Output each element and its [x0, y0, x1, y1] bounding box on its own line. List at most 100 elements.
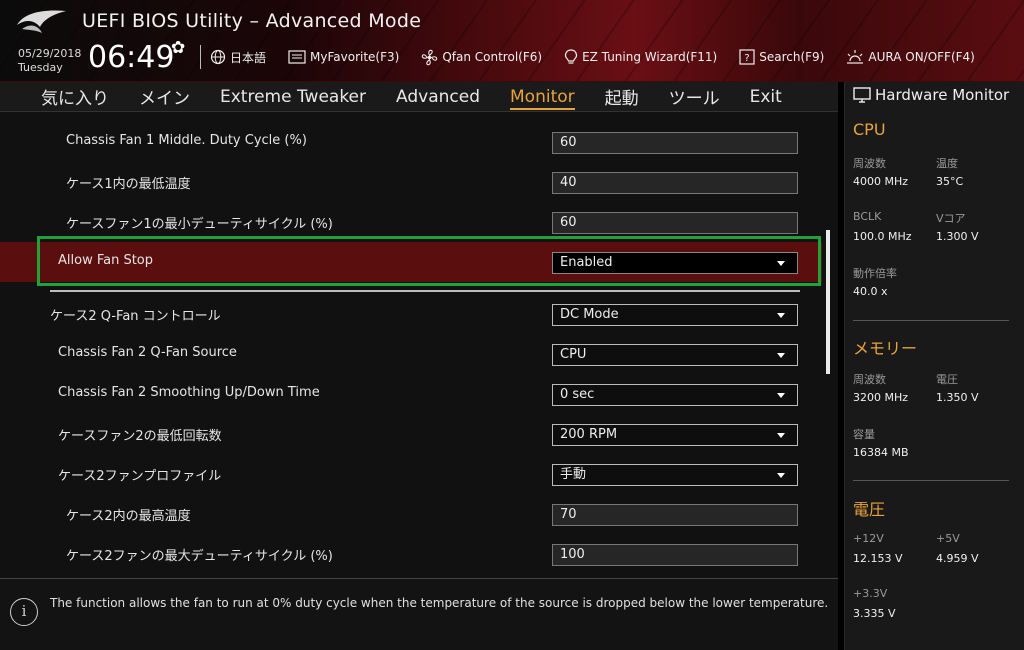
setting-row-chassis-fan1-middle-duty[interactable]: Chassis Fan 1 Middle. Duty Cycle (%) 60: [0, 122, 822, 162]
header-separator: [200, 45, 201, 69]
tab-main[interactable]: メイン: [124, 84, 205, 109]
dropdown-value: Enabled: [560, 255, 613, 270]
chevron-down-icon: [777, 473, 785, 478]
day-text: Tuesday: [18, 61, 63, 74]
aura-icon: [847, 50, 864, 64]
v33-label: +3.3V: [853, 587, 888, 600]
setting-row-case2-qfan-control[interactable]: ケース2 Q-Fan コントロール DC Mode: [0, 294, 822, 334]
setting-row-case1-min-temp[interactable]: ケース1内の最低温度 40: [0, 162, 822, 202]
allow-fan-stop-dropdown[interactable]: Enabled: [552, 252, 798, 274]
ez-tuning-wizard-button[interactable]: EZ Tuning Wizard(F11): [564, 48, 718, 66]
scrollbar-thumb[interactable]: [826, 230, 830, 374]
setting-row-case2-fan-profile[interactable]: ケース2ファンプロファイル 手動: [0, 454, 822, 494]
search-icon: ?: [739, 49, 755, 65]
setting-label: ケース2 Q-Fan コントロール: [50, 309, 221, 324]
dropdown-value: CPU: [560, 347, 587, 362]
clock-time: 06:49: [88, 40, 175, 75]
vcore-value: 1.300 V: [936, 230, 979, 243]
chassis-fan2-smoothing-dropdown[interactable]: 0 sec: [552, 384, 798, 406]
date-display: 05/29/2018 Tuesday: [18, 47, 81, 75]
qfan-control-button[interactable]: Qfan Control(F6): [421, 49, 542, 66]
setting-label: Chassis Fan 2 Smoothing Up/Down Time: [58, 385, 320, 400]
mem-freq-value: 3200 MHz: [853, 391, 909, 404]
hardware-monitor-title: Hardware Monitor: [853, 86, 1009, 104]
aura-toggle-button[interactable]: AURA ON/OFF(F4): [846, 49, 975, 65]
setting-label: Chassis Fan 1 Middle. Duty Cycle (%): [66, 133, 307, 148]
search-button[interactable]: ? Search(F9): [739, 49, 824, 65]
monitor-icon: [853, 87, 871, 103]
setting-label: ケースファン1の最小デューティサイクル (%): [66, 217, 333, 232]
search-label: Search(F9): [759, 50, 825, 64]
ratio-label: 動作倍率: [853, 267, 897, 280]
v12-value: 12.153 V: [853, 552, 903, 565]
header-toolbar: 日本語 MyFavorite(F3) Qfan Control(F6) EZ T…: [210, 45, 997, 69]
settings-panel: Chassis Fan 1 Middle. Duty Cycle (%) 60 …: [0, 112, 838, 578]
ez-tuning-wizard-label: EZ Tuning Wizard(F11): [582, 50, 718, 64]
chevron-down-icon: [777, 313, 785, 318]
case1-min-temp-input[interactable]: 40: [552, 172, 798, 194]
tab-monitor[interactable]: Monitor: [495, 87, 590, 110]
info-icon: i: [10, 598, 38, 626]
favorite-icon: [288, 50, 306, 64]
rog-logo-icon: [17, 10, 66, 33]
language-button[interactable]: 日本語: [210, 49, 266, 66]
chassis-fan2-source-dropdown[interactable]: CPU: [552, 344, 798, 366]
dropdown-value: 0 sec: [560, 387, 595, 402]
cpu-freq-label: 周波数: [853, 157, 886, 170]
aura-toggle-label: AURA ON/OFF(F4): [868, 50, 975, 64]
globe-icon: [210, 49, 226, 65]
setting-row-case2-fan-max-duty[interactable]: ケース2ファンの最大デューティサイクル (%) 100: [0, 534, 822, 574]
setting-label: ケース1内の最低温度: [66, 177, 191, 192]
chassis-fan1-middle-duty-input[interactable]: 60: [552, 132, 798, 154]
setting-row-allow-fan-stop[interactable]: Allow Fan Stop Enabled: [0, 242, 822, 282]
case2-fan-profile-dropdown[interactable]: 手動: [552, 464, 798, 486]
setting-label: ケース2ファンの最大デューティサイクル (%): [66, 549, 333, 564]
fan-icon: [422, 49, 438, 65]
myfavorite-button[interactable]: MyFavorite(F3): [288, 50, 399, 64]
v5-label: +5V: [936, 532, 960, 545]
tab-boot[interactable]: 起動: [590, 84, 654, 109]
case2-qfan-control-dropdown[interactable]: DC Mode: [552, 304, 798, 326]
chevron-down-icon: [777, 353, 785, 358]
header-bar: UEFI BIOS Utility – Advanced Mode 05/29/…: [0, 0, 1024, 82]
tab-advanced[interactable]: Advanced: [381, 87, 495, 107]
setting-label: ケース2ファンプロファイル: [58, 469, 222, 484]
dropdown-value: 200 RPM: [560, 427, 618, 442]
setting-row-case2-max-temp[interactable]: ケース2内の最高温度 70: [0, 494, 822, 534]
help-info-bar: i The function allows the fan to run at …: [0, 578, 838, 650]
section-divider: [853, 480, 1009, 481]
tab-extreme-tweaker[interactable]: Extreme Tweaker: [205, 87, 381, 107]
mem-freq-label: 周波数: [853, 373, 886, 386]
language-label: 日本語: [230, 50, 267, 65]
setting-label: Allow Fan Stop: [58, 253, 154, 268]
chevron-down-icon: [777, 393, 785, 398]
cpu-temp-label: 温度: [936, 157, 958, 170]
section-divider: [853, 320, 1009, 321]
ratio-value: 40.0 x: [853, 285, 888, 298]
setting-label: ケースファン2の最低回転数: [58, 429, 222, 444]
case-fan2-min-speed-dropdown[interactable]: 200 RPM: [552, 424, 798, 446]
case2-max-temp-input[interactable]: 70: [552, 504, 798, 526]
date-text: 05/29/2018: [18, 47, 82, 60]
svg-text:?: ?: [745, 53, 750, 64]
qfan-control-label: Qfan Control(F6): [442, 50, 543, 64]
setting-row-case-fan2-min-speed[interactable]: ケースファン2の最低回転数 200 RPM: [0, 414, 822, 454]
setting-row-chassis-fan2-source[interactable]: Chassis Fan 2 Q-Fan Source CPU: [0, 334, 822, 374]
tab-favorites[interactable]: 気に入り: [0, 84, 124, 109]
setting-row-case-fan1-min-duty[interactable]: ケースファン1の最小デューティサイクル (%) 60: [0, 202, 822, 242]
tab-tool[interactable]: ツール: [654, 84, 735, 109]
bulb-icon: [564, 48, 578, 64]
setting-row-chassis-fan2-smoothing[interactable]: Chassis Fan 2 Smoothing Up/Down Time 0 s…: [0, 374, 822, 414]
chevron-down-icon: [777, 261, 785, 266]
gear-icon[interactable]: ✿: [171, 38, 185, 58]
setting-label: ケース2内の最高温度: [66, 509, 191, 524]
dropdown-value: DC Mode: [560, 307, 619, 322]
v5-value: 4.959 V: [936, 552, 979, 565]
case2-fan-max-duty-input[interactable]: 100: [552, 544, 798, 566]
dropdown-value: 手動: [560, 467, 587, 482]
tab-exit[interactable]: Exit: [735, 87, 797, 107]
help-text: The function allows the fan to run at 0%…: [50, 596, 829, 610]
case-fan1-min-duty-input[interactable]: 60: [552, 212, 798, 234]
voltage-heading: 電圧: [853, 500, 886, 519]
v12-label: +12V: [853, 532, 884, 545]
